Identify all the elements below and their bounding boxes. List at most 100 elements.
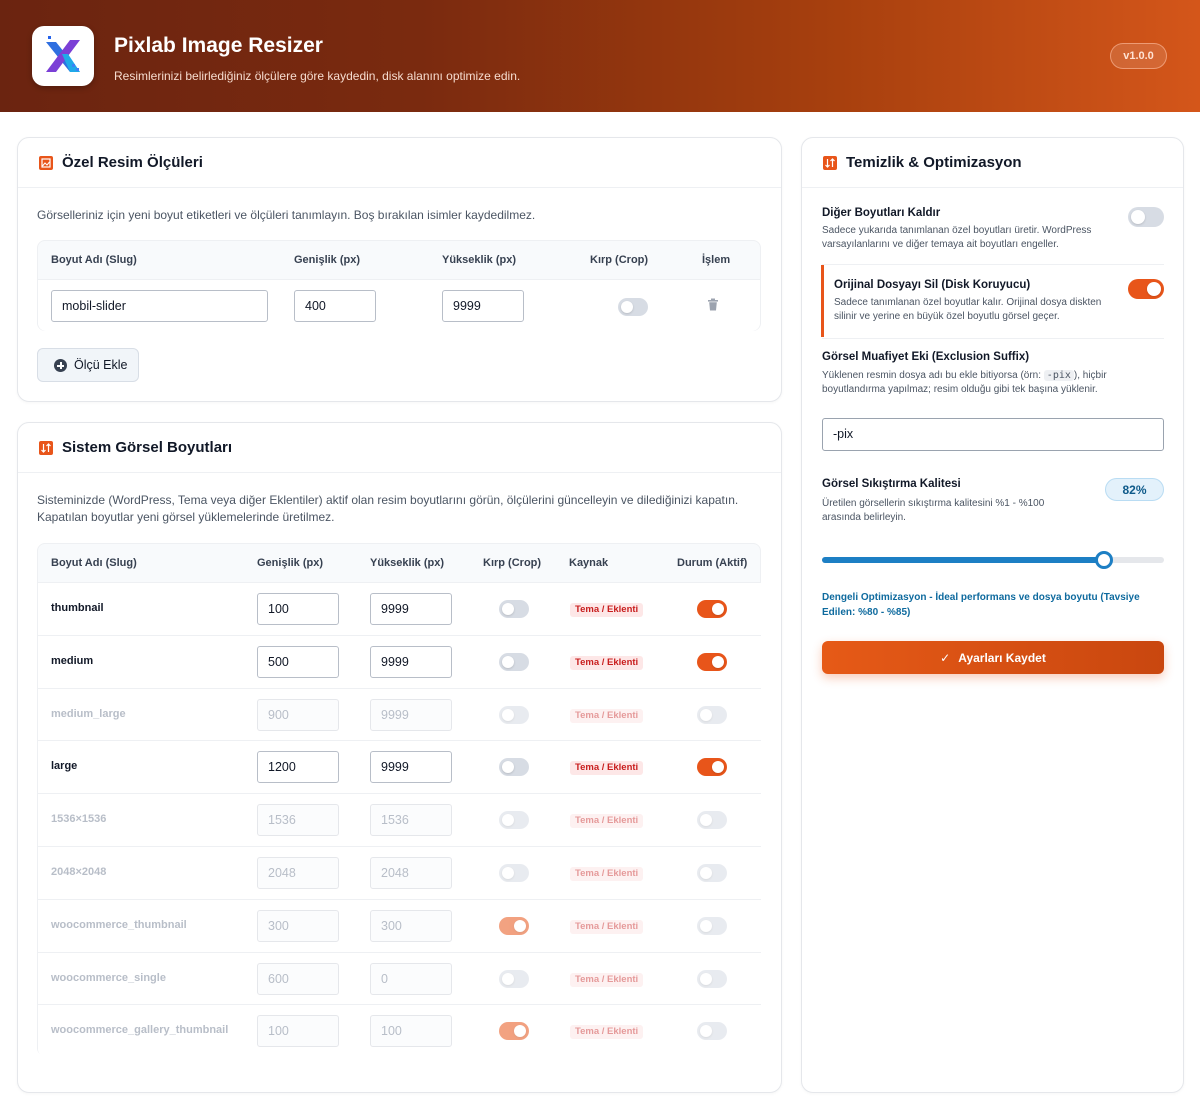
exclusion-desc-text: Yüklenen resmin dosya adı bu ekle bitiyo… bbox=[822, 370, 1044, 381]
table-row: medium_large 900 9999 Tema / Eklenti bbox=[38, 687, 761, 741]
add-size-label: Ölçü Ekle bbox=[74, 358, 128, 372]
status-toggle[interactable] bbox=[697, 758, 727, 777]
logo-icon bbox=[46, 36, 80, 72]
crop-toggle[interactable] bbox=[618, 298, 648, 316]
size-slug: 2048×2048 bbox=[51, 866, 107, 878]
table-row: large 1200 9999 Tema / Eklenti bbox=[38, 740, 761, 794]
save-settings-label: Ayarları Kaydet bbox=[958, 650, 1046, 665]
table-row: mobil-slider 400 9999 bbox=[38, 279, 760, 331]
status-toggle[interactable] bbox=[697, 916, 727, 935]
delete-original-toggle[interactable] bbox=[1128, 279, 1164, 299]
quality-description: Üretilen görsellerin sıkıştırma kalitesi… bbox=[822, 498, 1045, 523]
height-input[interactable]: 1536 bbox=[370, 804, 452, 837]
width-input[interactable]: 1536 bbox=[257, 804, 339, 837]
source-badge: Tema / Eklenti bbox=[570, 867, 644, 881]
width-input[interactable]: 100 bbox=[257, 1015, 339, 1048]
quality-note: Dengeli Optimizasyon - İdeal performans … bbox=[822, 592, 1140, 618]
crop-toggle[interactable] bbox=[499, 652, 529, 671]
height-input[interactable]: 9999 bbox=[370, 698, 452, 731]
table-row: woocommerce_single 600 0 Tema / Eklenti bbox=[38, 951, 761, 1005]
table-row: thumbnail 100 9999 Tema / Eklenti bbox=[38, 582, 761, 635]
delete-original-description: Sadece tanımlanan özel boyutlar kalır. O… bbox=[834, 297, 1102, 322]
size-slug: woocommerce_gallery_thumbnail bbox=[51, 1024, 229, 1037]
remove-other-toggle[interactable] bbox=[1128, 207, 1164, 227]
height-input[interactable]: 9999 bbox=[370, 593, 452, 625]
crop-toggle[interactable] bbox=[499, 600, 529, 618]
width-input[interactable]: 300 bbox=[257, 909, 339, 942]
crop-toggle[interactable] bbox=[499, 758, 529, 777]
image-icon bbox=[39, 156, 53, 170]
height-input[interactable]: 9999 bbox=[370, 645, 452, 678]
crop-toggle[interactable] bbox=[499, 705, 529, 724]
version-badge: v1.0.0 bbox=[1110, 43, 1167, 69]
column-header-crop: Kırp (Crop) bbox=[590, 254, 649, 266]
sort-icon bbox=[823, 156, 837, 170]
table-row: woocommerce_gallery_thumbnail 100 100 Tema … bbox=[38, 1004, 761, 1058]
height-input[interactable]: 0 bbox=[370, 962, 452, 995]
status-toggle[interactable] bbox=[697, 1022, 727, 1041]
save-settings-button[interactable]: ✓ Ayarları Kaydet bbox=[822, 641, 1164, 674]
width-input[interactable]: 100 bbox=[257, 593, 339, 625]
app-title: Pixlab Image Resizer bbox=[114, 34, 323, 57]
exclusion-suffix-input[interactable]: -pix bbox=[822, 418, 1164, 451]
height-input[interactable]: 300 bbox=[370, 909, 452, 942]
column-header-action: İşlem bbox=[702, 254, 731, 266]
width-input[interactable]: 900 bbox=[257, 698, 339, 731]
column-header-slug: Boyut Adı (Slug) bbox=[51, 557, 137, 569]
size-slug: 1536×1536 bbox=[51, 813, 107, 826]
add-size-button[interactable]: Ölçü Ekle bbox=[37, 348, 139, 382]
card-title: Sistem Görsel Boyutları bbox=[62, 439, 233, 456]
trash-icon[interactable] bbox=[707, 298, 719, 316]
width-input[interactable]: 400 bbox=[294, 290, 376, 322]
source-badge: Tema / Eklenti bbox=[570, 761, 644, 776]
card-header: Özel Resim Ölçüleri bbox=[18, 138, 781, 188]
width-input[interactable]: 500 bbox=[257, 645, 339, 678]
quality-title: Görsel Sıkıştırma Kalitesi bbox=[822, 478, 961, 490]
source-badge: Tema / Eklenti bbox=[570, 655, 644, 670]
app-subtitle: Resimlerinizi belirlediğiniz ölçülere gö… bbox=[114, 69, 521, 83]
quality-slider-thumb[interactable] bbox=[1094, 551, 1113, 569]
status-toggle[interactable] bbox=[697, 864, 727, 882]
status-toggle[interactable] bbox=[697, 811, 727, 830]
status-toggle[interactable] bbox=[697, 600, 727, 618]
status-toggle[interactable] bbox=[697, 652, 727, 671]
slug-input[interactable]: mobil-slider bbox=[51, 290, 268, 322]
size-slug: woocommerce_single bbox=[51, 971, 166, 984]
quality-value-badge: 82% bbox=[1105, 478, 1164, 501]
size-slug: thumbnail bbox=[51, 602, 104, 614]
system-sizes-table: Boyut Adı (Slug) Genişlik (px) Yükseklik… bbox=[37, 543, 761, 1058]
table-row: medium 500 9999 Tema / Eklenti bbox=[38, 634, 761, 688]
width-input[interactable]: 2048 bbox=[257, 857, 339, 889]
exclusion-description: Yüklenen resmin dosya adı bu ekle bitiyo… bbox=[822, 369, 1152, 397]
column-header-slug: Boyut Adı (Slug) bbox=[51, 254, 137, 266]
size-slug: large bbox=[51, 760, 78, 773]
crop-toggle[interactable] bbox=[499, 811, 529, 830]
column-header-width: Genişlik (px) bbox=[257, 557, 324, 569]
card-header: Temizlik & Optimizasyon bbox=[802, 138, 1183, 188]
crop-toggle[interactable] bbox=[499, 864, 529, 882]
source-badge: Tema / Eklenti bbox=[570, 919, 644, 934]
crop-toggle[interactable] bbox=[499, 969, 529, 988]
crop-toggle[interactable] bbox=[499, 1022, 529, 1041]
quality-slider[interactable] bbox=[822, 551, 1164, 569]
delete-original-title: Orijinal Dosyayı Sil (Disk Koruyucu) bbox=[834, 279, 1031, 291]
status-toggle[interactable] bbox=[697, 969, 727, 988]
height-input[interactable]: 2048 bbox=[370, 857, 452, 889]
width-input[interactable]: 600 bbox=[257, 962, 339, 995]
height-input[interactable]: 9999 bbox=[442, 290, 524, 322]
source-badge: Tema / Eklenti bbox=[570, 708, 644, 723]
width-input[interactable]: 1200 bbox=[257, 751, 339, 784]
system-sizes-description: Sisteminizde (WordPress, Tema veya diğer… bbox=[37, 493, 739, 524]
table-row: 2048×2048 2048 2048 Tema / Eklenti bbox=[38, 846, 761, 899]
check-icon: ✓ bbox=[940, 650, 951, 665]
custom-sizes-description: Görselleriniz için yeni boyut etiketleri… bbox=[37, 208, 536, 222]
column-header-width: Genişlik (px) bbox=[294, 254, 361, 266]
card-title: Temizlik & Optimizasyon bbox=[846, 154, 1022, 171]
app-header: Pixlab Image Resizer Resimlerinizi belir… bbox=[0, 0, 1200, 112]
height-input[interactable]: 100 bbox=[370, 1015, 452, 1048]
source-badge: Tema / Eklenti bbox=[570, 603, 644, 617]
status-toggle[interactable] bbox=[697, 705, 727, 724]
height-input[interactable]: 9999 bbox=[370, 751, 452, 784]
table-row: woocommerce_thumbnail 300 300 Tema / Eklent… bbox=[38, 898, 761, 952]
crop-toggle[interactable] bbox=[499, 916, 529, 935]
